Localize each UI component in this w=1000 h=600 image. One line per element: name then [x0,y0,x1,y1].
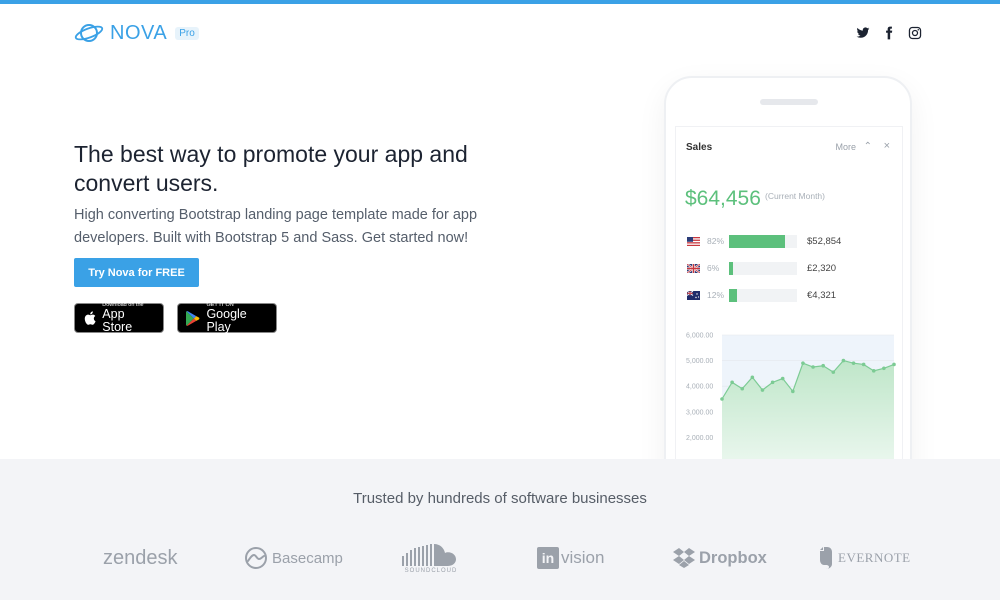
facebook-icon[interactable] [882,26,896,40]
try-free-button[interactable]: Try Nova for FREE [74,258,199,287]
data-point [861,362,866,367]
collapse-icon[interactable]: ⌃ [864,141,872,152]
data-point [801,361,805,365]
hero-title: The best way to promote your app and con… [74,141,468,196]
y-tick-label: 2,000.00 [686,435,713,442]
row-value: €4,321 [807,289,837,301]
logo-text: EVERNOTE [838,550,911,565]
progress-fill [729,261,734,275]
invision-icon: in [537,547,559,569]
data-point [871,369,876,373]
google-play-button[interactable]: GET IT ON Google Play [177,302,277,334]
country-row: 12% €4,321 [687,288,897,302]
data-point [720,397,724,401]
data-point [770,380,775,385]
data-point [730,380,734,385]
progress-track [729,288,797,302]
country-row: 82% $52,854 [687,234,897,248]
progress-track [729,261,797,275]
data-point [740,386,745,391]
widget-title: Sales [686,141,713,153]
pro-badge: Pro [175,26,199,40]
data-point [791,389,795,394]
data-point [811,365,815,369]
data-point [841,358,846,363]
phone-speaker [760,99,818,105]
logo-text: vision [561,548,605,567]
au-flag-icon [687,290,700,300]
soundcloud-icon [402,544,456,566]
data-point [882,366,886,371]
basecamp-logo: Basecamp [244,540,343,576]
row-percent: 82% [707,236,725,246]
planet-logo-icon [74,24,104,42]
row-percent: 6% [707,263,720,273]
row-value: $52,854 [807,235,842,247]
phone-mockup: Sales More ⌃ × $64,456 (Current Month) 8… [664,76,912,496]
row-value: £2,320 [807,262,837,274]
soundcloud-logo: SOUNDCLOUD [402,540,460,576]
social-links [856,26,922,40]
dropbox-icon [673,548,695,568]
sales-amount: $64,456 [685,187,761,210]
data-point [831,370,836,374]
invision-logo: in vision [537,540,604,576]
instagram-icon[interactable] [908,26,922,40]
data-point [760,388,765,392]
data-point [821,363,825,368]
logo-text: zendesk [103,546,178,569]
trusted-title: Trusted by hundreds of software business… [353,490,647,507]
y-tick-label: 5,000.00 [686,358,713,365]
dropbox-logo: Dropbox [673,540,767,576]
more-link[interactable]: More [835,142,856,152]
evernote-logo: EVERNOTE [816,540,911,576]
close-icon[interactable]: × [884,140,890,152]
data-point [851,361,856,365]
y-tick-label: 4,000.00 [686,384,713,391]
row-percent: 12% [707,290,725,300]
progress-fill [729,288,738,302]
app-store-button[interactable]: Download on the App Store [74,302,164,334]
app-store-big-label: App Store [102,307,133,334]
data-point [780,376,785,381]
evernote-icon [820,547,832,569]
apple-icon [84,311,96,325]
progress-fill [729,234,785,248]
country-row: 6% £2,320 [687,261,897,275]
y-tick-label: 3,000.00 [686,409,713,416]
logo-text: Basecamp [272,549,343,567]
logo-text: SOUNDCLOUD [404,568,458,574]
partner-logos: zendesk Basecamp SOUNDCLOUD in vision Dr… [100,540,910,580]
data-point [750,375,755,380]
google-play-big-label: Google Play [206,307,247,334]
us-flag-icon [687,236,700,246]
data-point [892,362,896,367]
brand-name: NOVA [110,21,168,44]
amount-period-note: (Current Month) [765,191,825,201]
sales-widget: Sales More ⌃ × $64,456 (Current Month) 8… [675,126,904,494]
y-tick-label: 6,000.00 [686,333,713,340]
logo-text: Dropbox [699,548,767,567]
widget-header: Sales More ⌃ × [676,127,904,167]
zendesk-logo: zendesk [103,540,178,576]
twitter-icon[interactable] [856,26,870,40]
brand-logo[interactable]: NOVA Pro [74,20,199,46]
uk-flag-icon [687,263,700,273]
basecamp-icon [245,547,267,569]
google-play-icon [186,310,200,326]
hero-subtitle: High converting Bootstrap landing page t… [74,207,478,246]
progress-track [729,234,797,248]
top-accent-bar [0,0,1000,4]
